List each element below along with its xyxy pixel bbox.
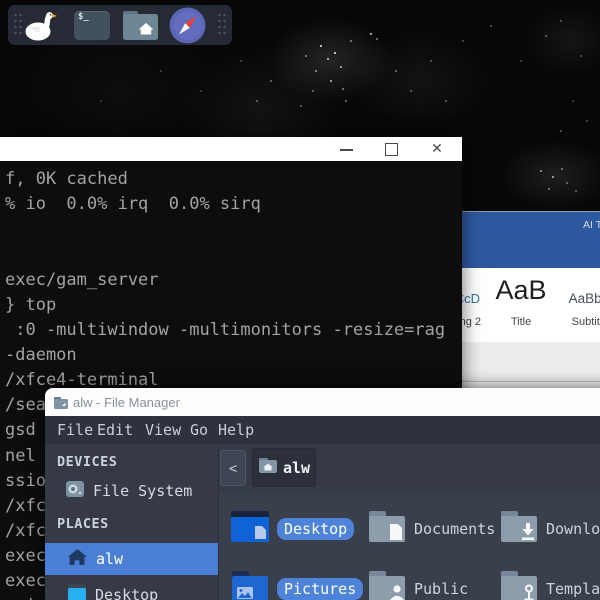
menu-go[interactable]: Go [190,416,208,444]
path-label: alw [283,459,310,477]
downloads-folder-icon [498,508,540,549]
desktop-folder-icon [229,508,271,549]
menu-file[interactable]: File [57,416,93,444]
terminal-icon-glyph: $_ [78,12,89,22]
terminal-line: -daemon [5,343,462,368]
wallpaper-star-speckles [0,0,2,2]
file-item-downloads[interactable]: Downloads [498,508,600,549]
file-label: Public [414,580,468,598]
sidebar-section-places: PLACES [57,516,109,532]
menu-view[interactable]: View [145,416,181,444]
back-button[interactable]: < [220,450,246,486]
maximize-icon[interactable] [385,143,398,156]
file-item-templates[interactable]: Templates [498,568,600,600]
public-folder-icon [366,568,408,600]
dock-drag-handle-left[interactable] [13,12,23,38]
word-ribbon-tab[interactable]: AI Tools [583,219,600,231]
style-label-title[interactable]: Title [485,316,557,328]
sidebar-item-label: Desktop [95,586,158,600]
sidebar-item-file-system[interactable]: File System [45,478,218,504]
sidebar-section-devices: DEVICES [57,454,117,470]
home-icon [67,548,88,571]
sidebar-item-label: File System [93,482,192,500]
window-title: alw - File Manager [73,388,180,416]
menu-help[interactable]: Help [218,416,254,444]
dock: $_ [8,5,232,45]
file-label: Downloads [546,520,600,538]
file-item-desktop[interactable]: Desktop [229,508,389,549]
path-folder-icon [258,457,278,478]
sidebar-item-label: alw [96,550,123,568]
files-app-icon[interactable] [122,11,159,45]
terminal-line: % io 0.0% irq 0.0% sirq [5,192,462,217]
file-manager-window: alw - File Manager File Edit View Go Hel… [45,388,600,600]
terminal-line [5,217,462,242]
terminal-titlebar[interactable]: ✕ [0,137,462,161]
browser-compass-icon[interactable] [169,7,206,44]
desktop-display-icon [67,583,87,600]
file-view[interactable]: Desktop Documents Downloads [219,492,600,600]
menubar: File Edit View Go Help [45,416,600,444]
toolbar: < alw [219,444,600,493]
file-item-pictures[interactable]: Pictures [229,568,389,600]
file-manager-titlebar[interactable]: alw - File Manager [45,388,600,416]
terminal-line: :0 -multiwindow -multimonitors -resize=r… [5,318,462,343]
drive-icon [65,479,85,503]
window-folder-icon [53,395,69,409]
documents-folder-icon [366,508,408,549]
file-label: Pictures [277,578,363,600]
terminal-line: exec/gam_server [5,268,462,293]
terminal-line [5,242,462,267]
terminal-line: } top [5,293,462,318]
menu-edit[interactable]: Edit [97,416,133,444]
templates-folder-icon [498,568,540,600]
file-label: Documents [414,520,495,538]
terminal-app-icon[interactable]: $_ [74,11,110,40]
sidebar-item-desktop[interactable]: Desktop [45,579,218,600]
pictures-folder-icon [229,568,271,600]
places-sidebar: DEVICES File System PLACES alw [45,444,219,600]
minimize-icon[interactable] [340,149,353,151]
style-sample-subtitle[interactable]: AaBbC [552,291,600,306]
file-label: Desktop [277,518,354,540]
terminal-line: f, 0K cached [5,167,462,192]
file-label: Templates [546,580,600,598]
sidebar-item-home[interactable]: alw [45,543,218,575]
dock-drag-handle-right[interactable] [217,12,227,38]
path-button-home[interactable]: alw [252,448,316,487]
close-icon[interactable]: ✕ [427,137,447,161]
style-label-subtitle[interactable]: Subtitle [552,316,600,328]
swan-app-icon[interactable] [24,8,58,42]
style-sample-title[interactable]: AaB [485,275,557,306]
